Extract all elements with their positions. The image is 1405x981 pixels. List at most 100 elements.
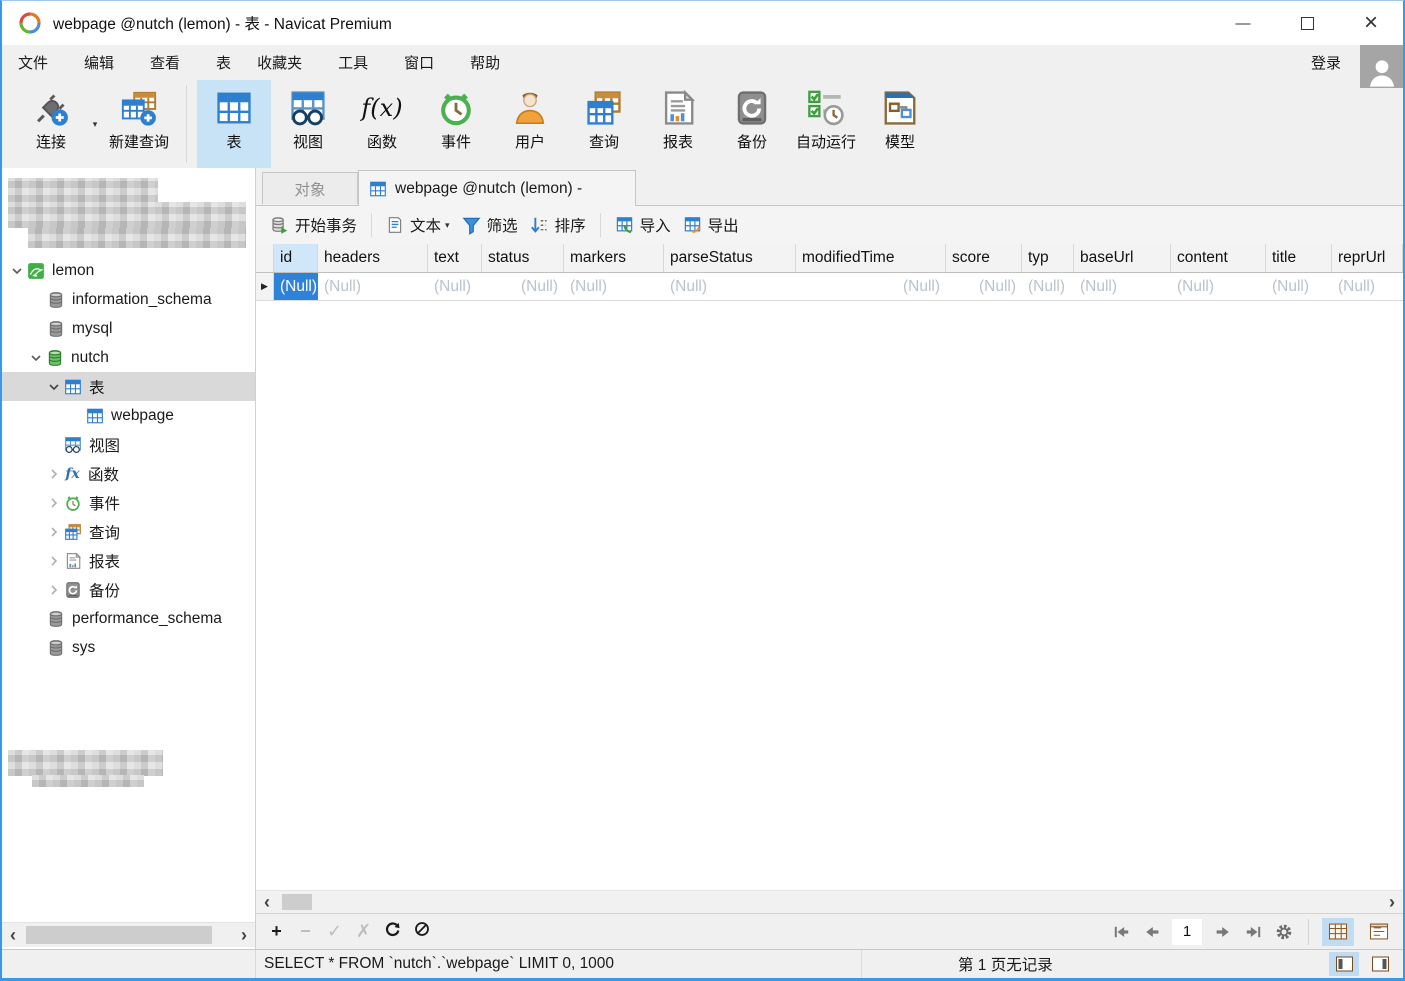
tree-item-events[interactable]: 事件 (2, 488, 255, 517)
page-number-input[interactable]: 1 (1172, 919, 1202, 945)
cell-modifiedTime[interactable]: (Null) (796, 273, 946, 300)
menu-view[interactable]: 查看 (146, 52, 184, 73)
toolbar-user-button[interactable]: 用户 (493, 80, 567, 168)
tree-item-information-schema[interactable]: information_schema (2, 285, 255, 314)
cell-typ[interactable]: (Null) (1022, 273, 1074, 300)
refresh-button[interactable] (378, 921, 407, 943)
next-page-button[interactable] (1211, 924, 1233, 940)
form-view-button[interactable] (1363, 918, 1395, 946)
toolbar-function-button[interactable]: f(x) 函数 (345, 80, 419, 168)
apply-changes-button[interactable]: ✓ (320, 921, 349, 942)
cell-id[interactable]: (Null) (274, 273, 318, 300)
tree-item-queries[interactable]: 查询 (2, 517, 255, 546)
cell-text[interactable]: (Null) (428, 273, 482, 300)
tab-webpage-active[interactable]: webpage @nutch (lemon) - (358, 170, 636, 206)
column-header-text[interactable]: text (428, 244, 482, 272)
scrollbar-thumb[interactable] (282, 894, 312, 910)
chevron-right-icon[interactable] (47, 554, 61, 568)
grid-view-button[interactable] (1322, 918, 1354, 946)
chevron-right-icon[interactable] (47, 496, 61, 510)
column-header-modifiedTime[interactable]: modifiedTime (796, 244, 946, 272)
chevron-down-icon[interactable] (10, 264, 24, 278)
toolbar-connection-button[interactable]: 连接 (14, 80, 88, 168)
column-header-id[interactable]: id (274, 244, 318, 272)
discard-changes-button[interactable]: ✗ (349, 921, 378, 942)
menu-tools[interactable]: 工具 (334, 52, 372, 73)
first-page-button[interactable] (1110, 924, 1132, 940)
chevron-down-icon[interactable] (47, 380, 61, 394)
chevron-right-icon[interactable] (47, 467, 61, 481)
toolbar-backup-button[interactable]: 备份 (715, 80, 789, 168)
tree-item-functions[interactable]: fx 函数 (2, 459, 255, 488)
cell-reprUrl[interactable]: (Null) (1332, 273, 1403, 300)
chevron-down-icon[interactable] (29, 351, 43, 365)
column-header-reprUrl[interactable]: reprUrl (1332, 244, 1403, 272)
toolbar-automation-button[interactable]: 自动运行 (789, 80, 863, 168)
toolbar-query-button[interactable]: 查询 (567, 80, 641, 168)
chevron-right-icon[interactable] (47, 583, 61, 597)
tree-item-lemon[interactable]: lemon (2, 256, 255, 285)
tree-item-sys[interactable]: sys (2, 633, 255, 662)
column-header-markers[interactable]: markers (564, 244, 664, 272)
toggle-left-panel-button[interactable] (1329, 952, 1359, 976)
tree-item-nutch[interactable]: nutch (2, 343, 255, 372)
tree-item-mysql[interactable]: mysql (2, 314, 255, 343)
column-header-score[interactable]: score (946, 244, 1022, 272)
scroll-left-arrow[interactable]: ‹ (2, 925, 24, 945)
delete-record-button[interactable]: − (291, 921, 320, 942)
filter-button[interactable]: 筛选 (456, 214, 524, 236)
sort-button[interactable]: 排序 (524, 214, 592, 236)
tree-item-backups[interactable]: 备份 (2, 575, 255, 604)
avatar[interactable] (1360, 45, 1403, 88)
tree-item-reports[interactable]: 报表 (2, 546, 255, 575)
minimize-button[interactable]: — (1211, 1, 1275, 45)
sidebar-horizontal-scrollbar[interactable]: ‹ › (2, 922, 255, 947)
text-mode-button[interactable]: 文本 ▾ (380, 214, 456, 236)
column-header-title[interactable]: title (1266, 244, 1332, 272)
tab-objects[interactable]: 对象 (262, 172, 358, 204)
column-header-baseUrl[interactable]: baseUrl (1074, 244, 1171, 272)
connection-dropdown-caret[interactable]: ▾ (88, 80, 102, 168)
toolbar-report-button[interactable]: 报表 (641, 80, 715, 168)
menu-favorites[interactable]: 收藏夹 (253, 52, 306, 73)
column-header-headers[interactable]: headers (318, 244, 428, 272)
toolbar-model-button[interactable]: 模型 (863, 80, 937, 168)
export-button[interactable]: 导出 (677, 214, 745, 236)
menu-help[interactable]: 帮助 (466, 52, 504, 73)
stop-button[interactable] (407, 921, 436, 942)
tree-item-views[interactable]: 视图 (2, 430, 255, 459)
column-header-content[interactable]: content (1171, 244, 1266, 272)
grid-horizontal-scrollbar[interactable]: ‹ › (256, 890, 1403, 913)
caret-down-icon[interactable]: ▾ (445, 220, 450, 231)
cell-markers[interactable]: (Null) (564, 273, 664, 300)
tree-item-tables[interactable]: 表 (2, 372, 255, 401)
cell-parseStatus[interactable]: (Null) (664, 273, 796, 300)
toolbar-event-button[interactable]: 事件 (419, 80, 493, 168)
maximize-button[interactable] (1275, 1, 1339, 45)
menu-file[interactable]: 文件 (14, 52, 52, 73)
scroll-right-arrow[interactable]: › (233, 925, 255, 945)
cell-baseUrl[interactable]: (Null) (1074, 273, 1171, 300)
column-header-typ[interactable]: typ (1022, 244, 1074, 272)
menu-window[interactable]: 窗口 (400, 52, 438, 73)
scroll-right-arrow[interactable]: › (1381, 892, 1403, 912)
cell-title[interactable]: (Null) (1266, 273, 1332, 300)
menu-edit[interactable]: 编辑 (80, 52, 118, 73)
tree-item-webpage[interactable]: webpage (2, 401, 255, 430)
cell-status[interactable]: (Null) (482, 273, 564, 300)
toolbar-table-button[interactable]: 表 (197, 80, 271, 168)
cell-content[interactable]: (Null) (1171, 273, 1266, 300)
add-record-button[interactable]: + (262, 921, 291, 942)
toolbar-new-query-button[interactable]: 新建查询 (102, 80, 176, 168)
column-header-status[interactable]: status (482, 244, 564, 272)
begin-transaction-button[interactable]: 开始事务 (264, 214, 363, 236)
toolbar-view-button[interactable]: 视图 (271, 80, 345, 168)
scrollbar-thumb[interactable] (26, 926, 212, 944)
toggle-right-panel-button[interactable] (1365, 952, 1395, 976)
settings-gear-button[interactable] (1273, 924, 1295, 940)
last-page-button[interactable] (1242, 924, 1264, 940)
previous-page-button[interactable] (1141, 924, 1163, 940)
import-button[interactable]: 导入 (609, 214, 677, 236)
chevron-right-icon[interactable] (47, 525, 61, 539)
cell-score[interactable]: (Null) (946, 273, 1022, 300)
